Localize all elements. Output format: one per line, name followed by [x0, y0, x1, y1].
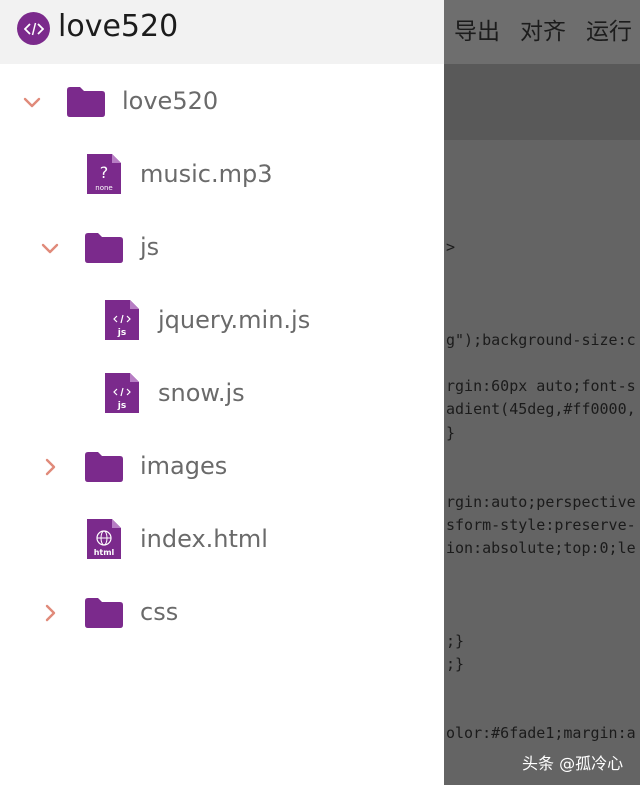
code-line: }: [446, 424, 456, 442]
code-line: >: [446, 238, 456, 256]
svg-text:?: ?: [100, 163, 109, 182]
tree-item-label: index.html: [140, 525, 268, 553]
tree-item-label: love520: [122, 87, 219, 115]
svg-text:html: html: [94, 548, 115, 557]
chevron-down-icon[interactable]: [21, 91, 43, 113]
svg-text:js: js: [117, 401, 126, 411]
folder-icon: [85, 233, 123, 263]
code-line: ;}: [446, 655, 465, 673]
folder-icon: [67, 87, 105, 117]
drawer-header: love520: [0, 0, 444, 64]
code-line: ion:absolute;top:0;le: [446, 539, 636, 557]
tree-item-file[interactable]: ? none music.mp3: [0, 145, 444, 205]
file-drawer: love520 love520 ? none music.mp3 js js jq…: [0, 0, 444, 785]
tree-item-file[interactable]: js jquery.min.js: [0, 291, 444, 351]
chevron-down-icon[interactable]: [39, 237, 61, 259]
tree-item-label: css: [140, 598, 179, 626]
tree-item-root-folder[interactable]: love520: [0, 72, 444, 132]
code-line: ;}: [446, 632, 465, 650]
svg-text:js: js: [117, 328, 126, 338]
tree-item-file[interactable]: js snow.js: [0, 364, 444, 424]
svg-text:none: none: [95, 184, 112, 192]
folder-icon: [85, 452, 123, 482]
tree-item-label: music.mp3: [140, 160, 273, 188]
tree-item-folder[interactable]: css: [0, 583, 444, 643]
chevron-right-icon[interactable]: [39, 602, 61, 624]
code-line: sform-style:preserve-: [446, 516, 636, 534]
tree-item-folder[interactable]: js: [0, 218, 444, 278]
js-file-icon: js: [105, 373, 139, 413]
tree-item-label: snow.js: [158, 379, 245, 407]
watermark: 头条 @孤冷心: [522, 754, 624, 773]
tree-item-file[interactable]: html index.html: [0, 510, 444, 570]
tree-item-label: jquery.min.js: [158, 306, 311, 334]
code-line: olor:#6fade1;margin:a: [446, 724, 636, 742]
js-file-icon: js: [105, 300, 139, 340]
export-button[interactable]: 导出: [454, 12, 500, 46]
chevron-right-icon[interactable]: [39, 456, 61, 478]
code-line: rgin:60px auto;font-s: [446, 377, 636, 395]
code-line: adient(45deg,#ff0000,: [446, 400, 636, 418]
code-icon: [17, 12, 50, 45]
tree-item-folder[interactable]: images: [0, 437, 444, 497]
app-title: love520: [58, 9, 179, 44]
align-button[interactable]: 对齐: [520, 12, 566, 46]
html-file-icon: html: [87, 519, 121, 559]
unknown-file-icon: ? none: [87, 154, 121, 194]
code-line: g");background-size:c: [446, 331, 636, 349]
folder-icon: [85, 598, 123, 628]
tree-item-label: js: [140, 233, 160, 261]
tree-item-label: images: [140, 452, 228, 480]
run-button[interactable]: 运行: [586, 12, 632, 46]
code-line: rgin:auto;perspective: [446, 493, 636, 511]
